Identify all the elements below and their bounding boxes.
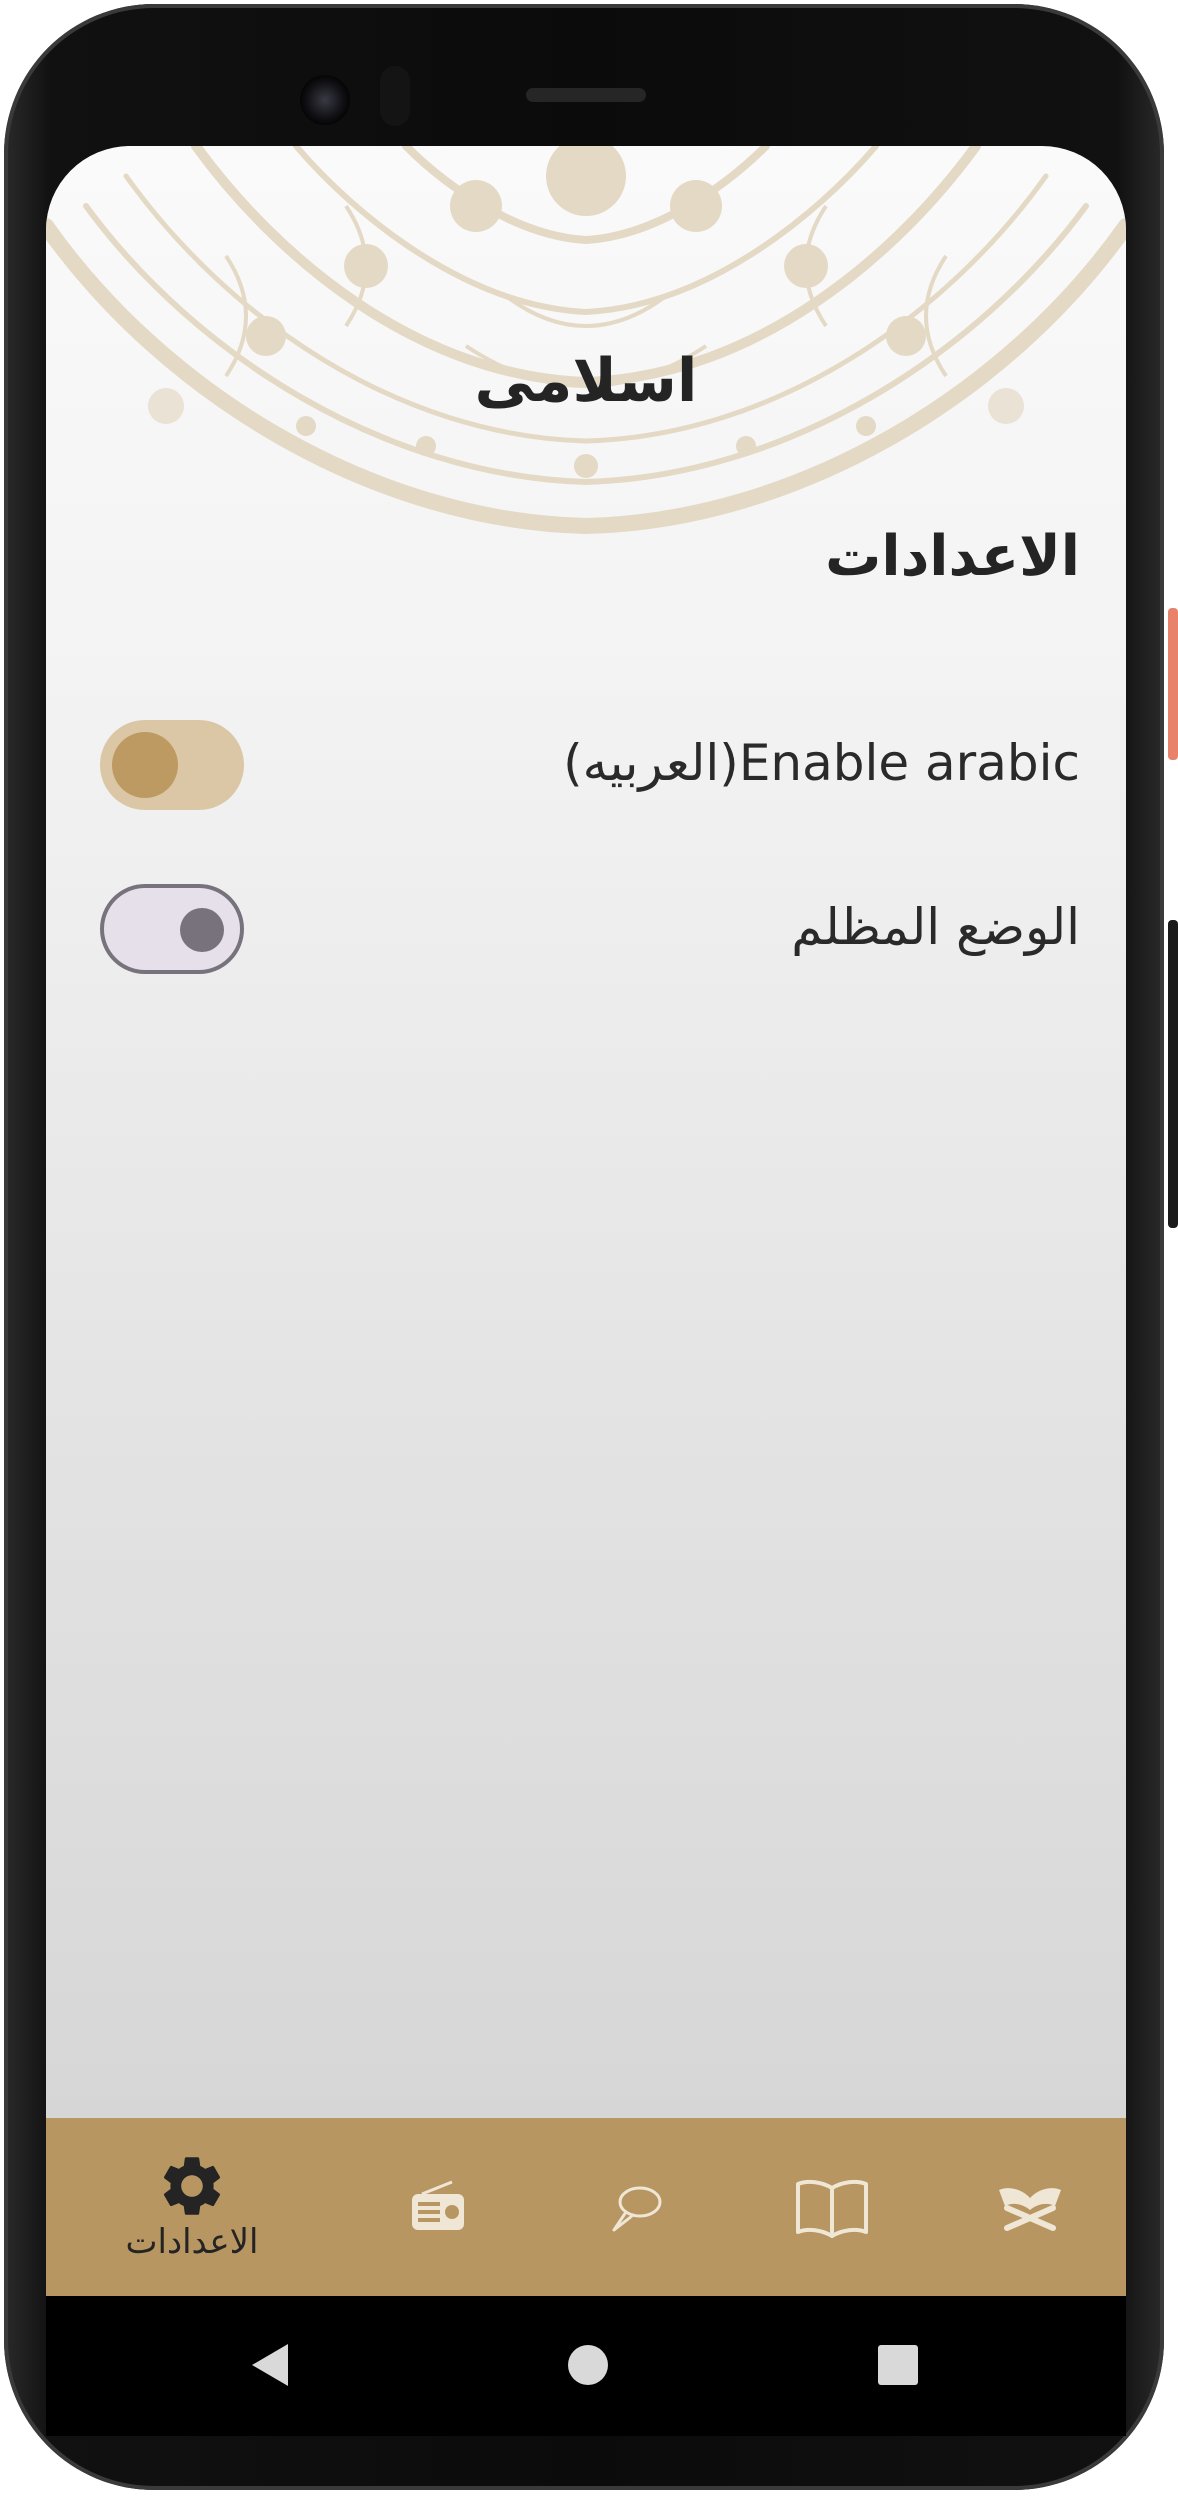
dark-mode-label: الوضع المظلم: [791, 898, 1080, 956]
nav-item-settings-label: الاعدادات: [125, 2222, 259, 2262]
bottom-navigation-bar: الاعدادات: [46, 2118, 1126, 2296]
volume-button: [1168, 920, 1178, 1228]
nav-item-hadith[interactable]: [556, 2118, 716, 2296]
settings-section-title: الاعدادات: [825, 524, 1080, 589]
nav-item-radio[interactable]: [358, 2118, 518, 2296]
mandala-header-decoration: [46, 146, 1126, 535]
enable-arabic-label: Enable arabic(العربيه): [563, 734, 1080, 792]
nav-item-quran[interactable]: [950, 2118, 1110, 2296]
proximity-sensor: [380, 66, 410, 126]
switch-thumb: [180, 908, 224, 952]
app-title: اسلامى: [474, 346, 698, 416]
settings-screen: اسلامى الاعدادات Enable arabic(العربيه) …: [46, 146, 1126, 2296]
book-icon: [796, 2179, 868, 2238]
front-camera: [300, 75, 350, 125]
dark-mode-switch[interactable]: [100, 884, 244, 974]
gear-icon: [163, 2157, 221, 2215]
nav-item-settings[interactable]: الاعدادات: [112, 2118, 272, 2296]
earpiece-speaker: [526, 88, 646, 102]
radio-icon: [412, 2180, 464, 2230]
enable-arabic-switch[interactable]: [100, 720, 244, 810]
dark-mode-row[interactable]: الوضع المظلم: [100, 884, 1080, 974]
hadith-icon: [612, 2186, 662, 2232]
enable-arabic-row[interactable]: Enable arabic(العربيه): [100, 720, 1080, 810]
triangle-back-icon[interactable]: [248, 2340, 292, 2390]
square-recent-icon[interactable]: [876, 2340, 920, 2390]
quran-icon: [999, 2188, 1061, 2231]
switch-thumb: [112, 732, 178, 798]
nav-item-book[interactable]: [752, 2118, 912, 2296]
system-navigation-bar: [46, 2296, 1126, 2436]
phone-device: اسلامى الاعدادات Enable arabic(العربيه) …: [0, 0, 1178, 2498]
circle-home-icon[interactable]: [566, 2340, 610, 2390]
screen: اسلامى الاعدادات Enable arabic(العربيه) …: [46, 146, 1126, 2436]
power-button: [1168, 608, 1178, 760]
